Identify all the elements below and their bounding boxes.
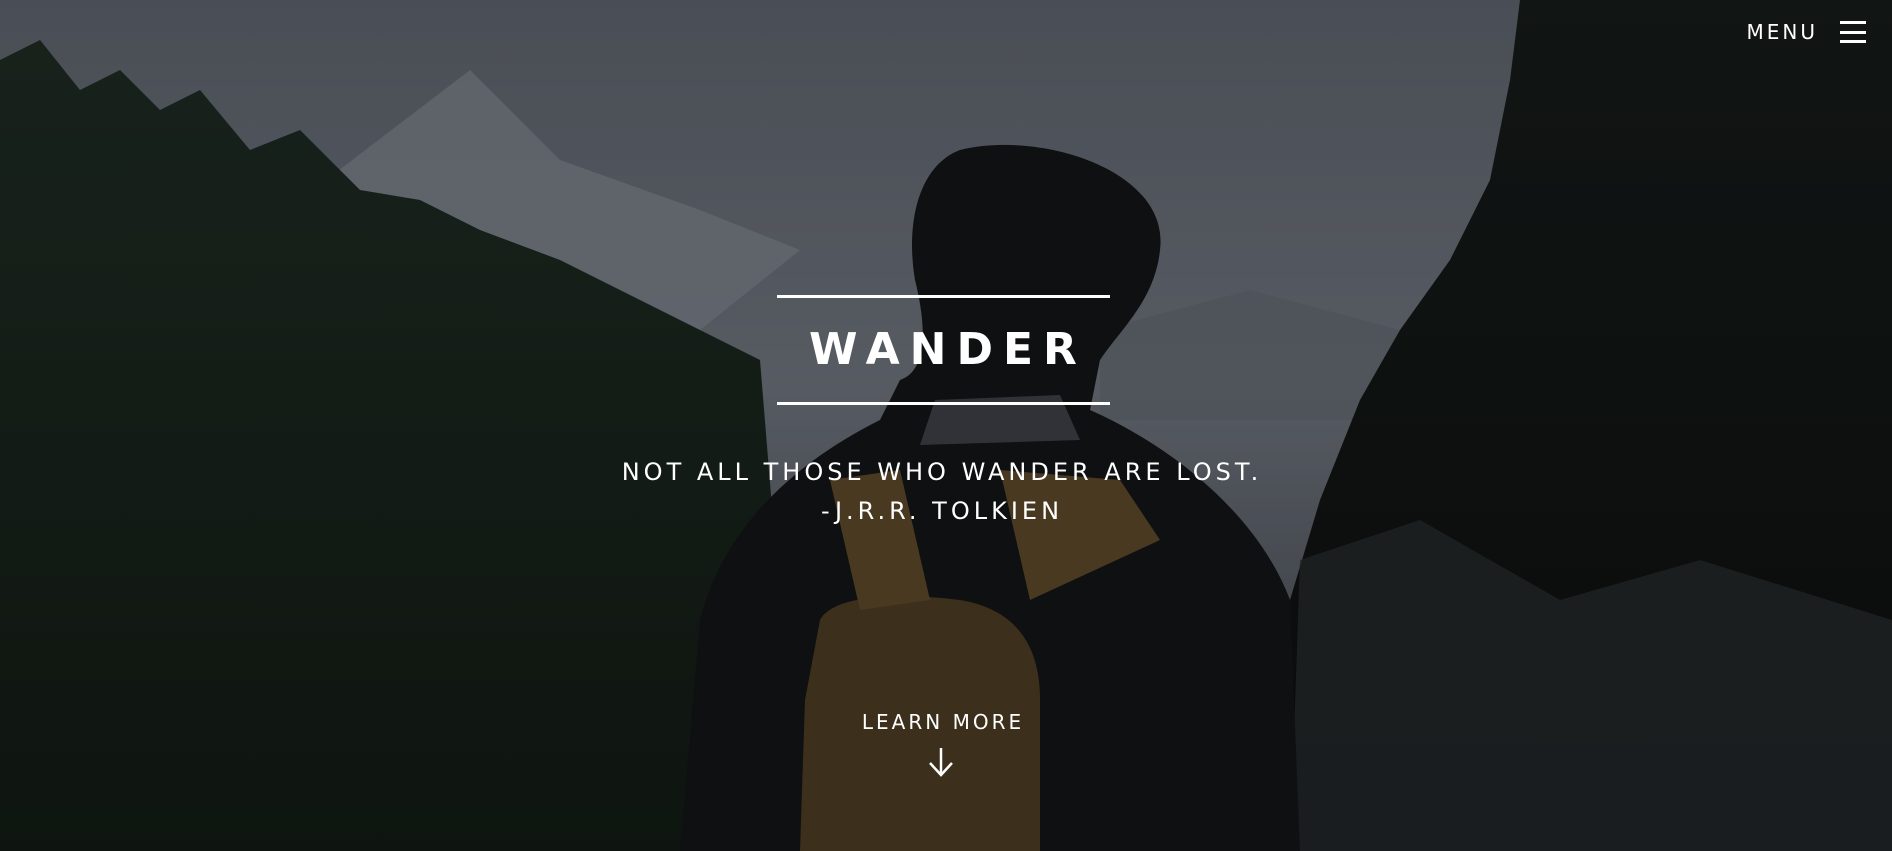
quote: NOT ALL THOSE WHO WANDER ARE LOST. -J.R.… xyxy=(0,453,1888,531)
page-title: WANDER xyxy=(809,324,1087,375)
menu-label: MENU xyxy=(1746,20,1818,44)
hero-section: MENU WANDER NOT ALL THOSE WHO WANDER ARE… xyxy=(0,0,1892,851)
quote-author: -J.R.R. TOLKIEN xyxy=(820,497,1064,525)
menu-button[interactable]: MENU xyxy=(1746,20,1866,44)
learn-more-label: LEARN MORE xyxy=(861,710,1025,734)
title-bottom-rule xyxy=(776,402,1110,405)
hamburger-icon xyxy=(1840,21,1866,43)
quote-text: NOT ALL THOSE WHO WANDER ARE LOST. xyxy=(621,458,1263,486)
learn-more-link[interactable]: LEARN MORE xyxy=(0,710,1892,778)
arrow-down-icon xyxy=(929,748,953,777)
hero-content: WANDER NOT ALL THOSE WHO WANDER ARE LOST… xyxy=(0,295,1892,531)
title-top-rule xyxy=(776,295,1110,298)
